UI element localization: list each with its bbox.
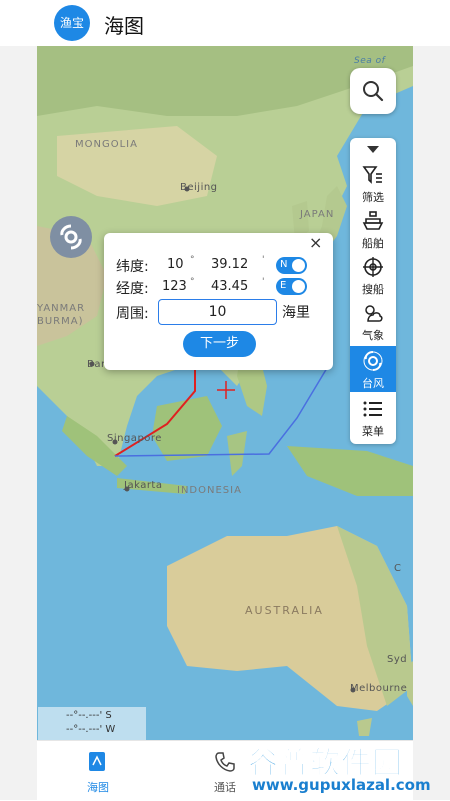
coordinate-readout: --°--.---' S --°--.---' W [38,707,146,740]
degree-unit: ° [190,277,195,287]
side-item-typhoon[interactable]: 台风 [350,346,396,392]
map-label-indonesia: INDONESIA [177,485,242,496]
next-step-button[interactable]: 下一步 [183,331,256,357]
side-item-label: 菜单 [362,425,384,438]
side-item-label: 气象 [362,329,384,342]
left-margin [0,0,37,800]
menu-icon [363,401,382,417]
latitude-ns-toggle[interactable]: N [276,257,307,274]
side-item-label: 搜船 [362,283,384,296]
page-title: 海图 [104,14,144,38]
filter-icon [362,166,382,184]
target-icon [363,257,383,277]
phone-icon [215,752,235,772]
app-header: 渔宝 海图 [0,0,450,46]
side-item-label: 筛选 [362,191,384,204]
ship-icon [362,211,384,230]
map-label-beijing: Beijing [180,182,218,193]
longitude-minute-input[interactable]: 43.45 [211,279,248,294]
toggle-knob [291,258,306,273]
watermark: 谷普软件园 www.gupuxlazal.com [248,738,448,798]
side-item-weather[interactable]: 气象 [350,298,396,344]
coordinate-lon: --°--.---' W [66,724,116,735]
map-label-singapore: Singapore [107,433,162,444]
watermark-url: www.gupuxlazal.com [252,776,431,794]
coordinate-lat: --°--.---' S [66,710,112,721]
degree-unit: ° [190,255,195,265]
range-label: 周围: [116,306,149,322]
toggle-label: N [280,259,288,270]
longitude-degree-input[interactable]: 123 [162,279,187,294]
chart-icon [89,752,105,771]
map-label-melbourne: Melbourne [350,683,408,694]
collapse-arrow-icon[interactable] [367,146,379,153]
map-label-sydney: Syd [387,654,408,665]
latitude-minute-input[interactable]: 39.12 [211,257,248,272]
latitude-label: 纬度: [116,259,149,275]
range-unit: 海里 [282,305,310,321]
search-icon [363,81,384,102]
search-button[interactable] [350,68,396,114]
map-label-c: C [394,563,402,574]
map-label-jakarta: Jakarta [124,480,163,491]
toggle-knob [291,279,306,294]
map-label-japan: JAPAN [300,209,335,220]
side-menu: 筛选 船舶 搜船 气象 台风 菜单 [350,138,396,444]
typhoon-float-button[interactable] [50,216,92,258]
nav-tab-label: 海图 [87,781,109,794]
latitude-degree-input[interactable]: 10 [167,257,184,272]
longitude-ew-toggle[interactable]: E [276,278,307,295]
close-icon[interactable]: × [309,233,322,252]
map-label-sea-of: Sea of [354,56,386,66]
minute-unit: ' [262,277,265,287]
minute-unit: ' [262,255,265,265]
map-label-australia: AUSTRALIA [245,604,324,617]
side-item-label: 台风 [362,377,384,390]
map-label-mongolia: MONGOLIA [75,139,138,150]
typhoon-search-dialog: × 纬度: 10 ° 39.12 ' N 经度: 123 ° 43.45 ' E… [104,233,333,370]
side-item-filter[interactable]: 筛选 [350,160,396,206]
side-item-menu[interactable]: 菜单 [350,394,396,440]
map-label-burma: BURMA) [37,316,84,327]
side-item-ship[interactable]: 船舶 [350,206,396,252]
typhoon-icon [363,351,383,371]
side-item-label: 船舶 [362,237,384,250]
toggle-label: E [280,280,287,291]
right-margin [413,0,450,800]
typhoon-icon [60,224,82,250]
weather-icon [365,305,383,322]
range-input[interactable]: 10 [158,299,277,325]
longitude-label: 经度: [116,281,149,297]
app-logo: 渔宝 [54,5,90,41]
side-item-search-ship[interactable]: 搜船 [350,252,396,298]
map-label-myanmar: YANMAR [37,303,86,314]
